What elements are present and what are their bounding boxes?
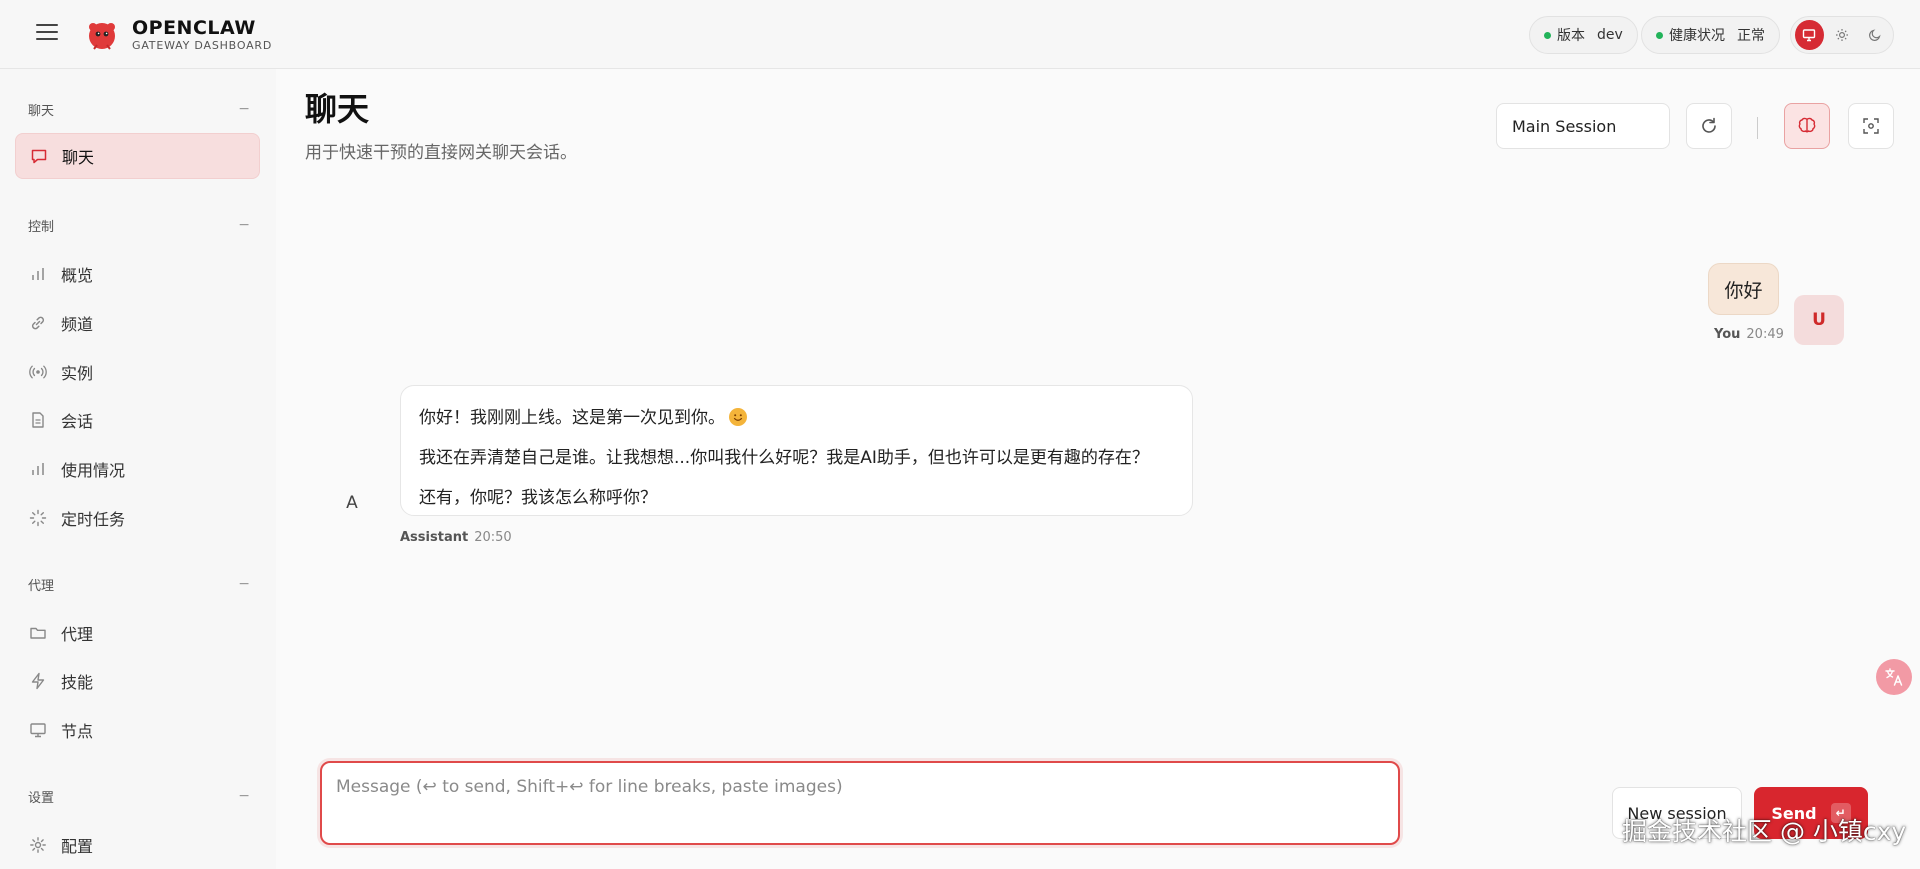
logo	[89, 23, 115, 50]
collapse-icon: −	[238, 788, 250, 804]
top-bar: OPENCLAW GATEWAY DASHBOARD 版本 dev 健康状况 正…	[0, 0, 1920, 69]
message-time: 20:49	[1746, 327, 1784, 342]
theme-system-button[interactable]	[1795, 20, 1824, 50]
section-title: 设置	[28, 790, 55, 806]
monitor-icon	[1803, 29, 1816, 42]
brand: OPENCLAW GATEWAY DASHBOARD	[132, 17, 272, 53]
document-icon	[32, 412, 44, 428]
theme-light-button[interactable]	[1828, 20, 1857, 50]
sidebar-item-usage[interactable]: 使用情况	[15, 446, 260, 492]
assistant-message-meta: Assistant 20:50	[400, 530, 512, 545]
zap-icon	[31, 672, 45, 690]
sidebar-item-label: 会话	[61, 412, 94, 431]
sidebar-item-label: 概览	[61, 266, 94, 285]
sidebar-item-label: 定时任务	[61, 510, 126, 529]
folder-icon	[30, 627, 46, 639]
message-line: 还有，你呢？我该怎么称呼你？	[419, 488, 657, 508]
message-line-text: 你好！我刚刚上线。这是第一次见到你。	[419, 408, 725, 428]
translate-icon[interactable]	[1876, 659, 1912, 695]
section-title: 控制	[28, 219, 55, 235]
section-header-settings[interactable]: 设置 −	[28, 786, 250, 806]
sidebar-item-skills[interactable]: 技能	[15, 658, 260, 704]
message-line: 你好！我刚刚上线。这是第一次见到你。	[419, 398, 1174, 438]
radio-icon	[29, 365, 47, 379]
sidebar-item-agents[interactable]: 代理	[15, 610, 260, 656]
bar-chart-icon	[32, 463, 44, 475]
health-pill: 健康状况 正常	[1641, 16, 1780, 54]
collapse-icon: −	[238, 576, 250, 592]
section-header-control[interactable]: 控制 −	[28, 215, 250, 235]
sidebar-item-label: 代理	[61, 625, 94, 644]
main-content: 聊天 用于快速干预的直接网关聊天会话。 Main Session 你好 U Yo…	[276, 69, 1920, 869]
assistant-avatar: A	[346, 493, 358, 513]
health-label: 健康状况	[1669, 28, 1725, 44]
sidebar-item-overview[interactable]: 概览	[15, 251, 260, 297]
message-author: You	[1714, 327, 1741, 342]
section-title: 代理	[28, 578, 55, 594]
monitor-icon	[30, 723, 46, 738]
section-title: 聊天	[28, 103, 55, 119]
sun-icon	[1836, 29, 1848, 41]
smile-emoji-icon	[729, 408, 747, 426]
sidebar-item-sessions[interactable]: 会话	[15, 397, 260, 443]
brand-subtitle: GATEWAY DASHBOARD	[132, 39, 273, 52]
gear-icon	[30, 837, 46, 853]
sidebar-item-channels[interactable]: 频道	[15, 300, 260, 346]
brain-icon	[1798, 117, 1816, 133]
menu-icon[interactable]	[36, 24, 58, 42]
sidebar-item-chat[interactable]: 聊天	[15, 133, 260, 179]
toolbar-divider	[1757, 117, 1758, 139]
brand-name: OPENCLAW	[132, 17, 256, 39]
thinking-toggle-button[interactable]	[1784, 103, 1830, 149]
version-value: dev	[1597, 27, 1623, 43]
sidebar-item-label: 配置	[61, 837, 94, 856]
message-author: Assistant	[400, 530, 469, 545]
section-header-agents[interactable]: 代理 −	[28, 574, 250, 594]
version-label: 版本	[1557, 28, 1585, 44]
sidebar-item-nodes[interactable]: 节点	[15, 707, 260, 753]
message-time: 20:50	[474, 530, 512, 545]
link-icon	[31, 316, 45, 330]
loader-icon	[29, 509, 47, 527]
sidebar-item-instances[interactable]: 实例	[15, 349, 260, 395]
watermark: 掘金技术社区 @ 小镇cxy	[1622, 817, 1907, 846]
theme-dark-button[interactable]	[1860, 20, 1889, 50]
sidebar-item-label: 使用情况	[61, 461, 126, 480]
user-message-meta: You 20:49	[1714, 327, 1784, 342]
health-value: 正常	[1737, 28, 1765, 44]
user-message-bubble: 你好	[1708, 263, 1779, 315]
sidebar: 聊天 − 聊天 控制 − 概览 频道 实例 会话 使用情况 定时任务 代理 − 代理 …	[0, 69, 276, 869]
moon-icon	[1868, 29, 1881, 41]
focus-mode-button[interactable]	[1848, 103, 1894, 149]
sidebar-item-config[interactable]: 配置	[15, 822, 260, 868]
page-subtitle: 用于快速干预的直接网关聊天会话。	[305, 143, 577, 163]
user-avatar: U	[1794, 295, 1844, 345]
theme-switcher	[1790, 16, 1894, 54]
sidebar-item-cron[interactable]: 定时任务	[15, 495, 260, 541]
sidebar-item-label: 技能	[61, 673, 94, 692]
assistant-message-bubble: 你好！我刚刚上线。这是第一次见到你。 我还在弄清楚自己是谁。让我想想...你叫我…	[400, 385, 1193, 516]
session-select[interactable]: Main Session	[1496, 103, 1670, 149]
refresh-icon	[1702, 117, 1716, 133]
message-line: 我还在弄清楚自己是谁。让我想想...你叫我什么好呢？我是AI助手，但也许可以是更…	[419, 448, 1149, 468]
message-input[interactable]	[336, 777, 1376, 829]
refresh-button[interactable]	[1686, 103, 1732, 149]
sidebar-item-label: 实例	[61, 364, 94, 383]
sidebar-item-label: 聊天	[62, 148, 95, 167]
collapse-icon: −	[238, 101, 250, 117]
page-title: 聊天	[305, 90, 370, 128]
sidebar-item-label: 频道	[61, 315, 94, 334]
status-dot-icon	[1544, 31, 1551, 39]
message-icon	[31, 149, 47, 164]
status-dot-icon	[1656, 31, 1663, 39]
focus-icon	[1863, 118, 1879, 134]
version-pill: 版本 dev	[1529, 16, 1638, 54]
message-composer	[320, 761, 1400, 845]
sidebar-item-label: 节点	[61, 722, 94, 741]
collapse-icon: −	[238, 217, 250, 233]
section-header-chat[interactable]: 聊天 −	[28, 99, 250, 119]
bar-chart-icon	[32, 268, 44, 280]
